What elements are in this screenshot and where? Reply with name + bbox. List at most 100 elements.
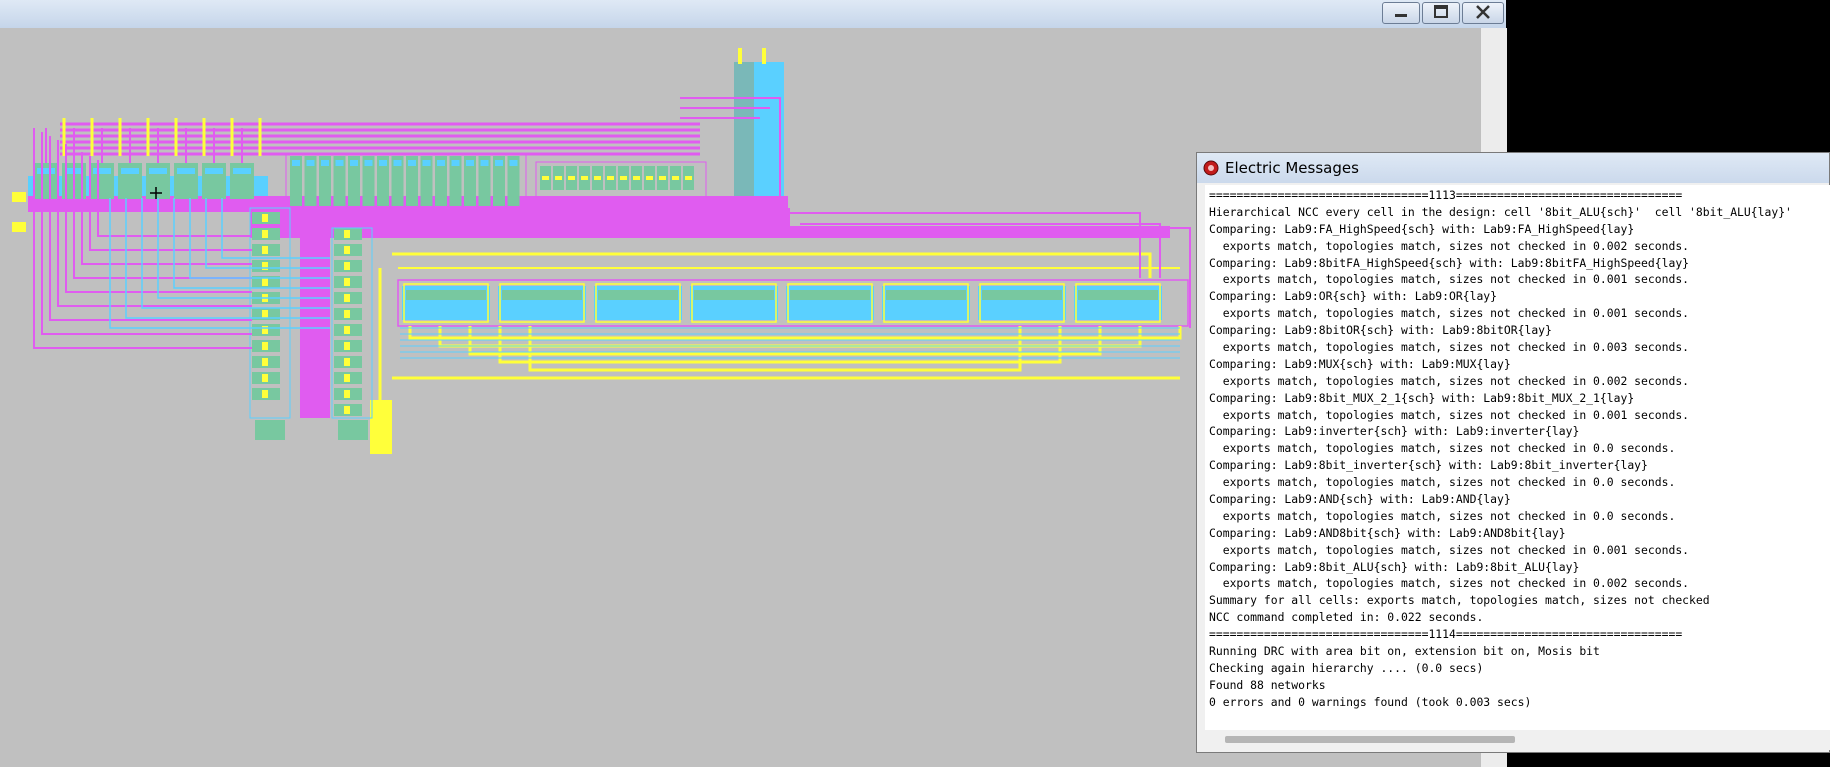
- message-line: Comparing: Lab9:8bit_MUX_2_1{sch} with: …: [1209, 390, 1635, 405]
- or-poly: [646, 176, 653, 180]
- message-line: Found 88 networks: [1209, 677, 1326, 692]
- message-line: Comparing: Lab9:AND{sch} with: Lab9:AND{…: [1209, 492, 1511, 507]
- mux-poly-right: [344, 230, 350, 238]
- fa-diffusion: [598, 290, 678, 300]
- or-poly: [659, 176, 666, 180]
- horizontal-scroll-thumb[interactable]: [1225, 736, 1515, 743]
- messages-titlebar[interactable]: Electric Messages: [1197, 153, 1829, 183]
- maximize-icon: [1434, 5, 1448, 18]
- layout-generated-wires: [33, 48, 1191, 448]
- message-line: Comparing: Lab9:8bit_inverter{sch} with:…: [1209, 458, 1648, 473]
- inverter-metal: [233, 168, 251, 174]
- and-metal: [509, 160, 518, 166]
- inverter-metal: [37, 168, 55, 174]
- or-poly: [607, 176, 614, 180]
- mux-bottom-a: [255, 420, 285, 440]
- or-poly: [685, 176, 692, 180]
- or-poly: [620, 176, 627, 180]
- or-poly: [568, 176, 575, 180]
- and-metal: [350, 160, 358, 166]
- message-line: exports match, topologies match, sizes n…: [1209, 238, 1690, 253]
- or-poly: [672, 176, 679, 180]
- message-line: Comparing: Lab9:OR{sch} with: Lab9:OR{la…: [1209, 289, 1498, 304]
- mux-poly-right: [344, 390, 350, 398]
- horizontal-scrollbar[interactable]: [1205, 730, 1830, 750]
- mux-bottom-b: [338, 420, 368, 440]
- and-metal: [321, 160, 329, 166]
- message-line: Comparing: Lab9:MUX{sch} with: Lab9:MUX{…: [1209, 356, 1511, 371]
- message-line: ================================1113====…: [1209, 188, 1683, 202]
- mux-poly-right: [344, 406, 350, 414]
- minimize-button[interactable]: [1382, 2, 1420, 24]
- inverter-metal: [93, 168, 111, 174]
- message-line: Running DRC with area bit on, extension …: [1209, 644, 1600, 659]
- and-metal: [292, 160, 300, 166]
- and-metal: [408, 160, 416, 166]
- mux-poly-right: [344, 358, 350, 366]
- message-line: exports match, topologies match, sizes n…: [1209, 407, 1690, 422]
- message-line: exports match, topologies match, sizes n…: [1209, 272, 1690, 287]
- mux-poly-right: [344, 310, 350, 318]
- and-metal: [306, 160, 315, 166]
- and-metal: [495, 160, 503, 166]
- or-poly: [581, 176, 588, 180]
- mux-poly-left: [262, 374, 268, 382]
- fa-diffusion: [694, 290, 774, 300]
- close-icon: [1476, 5, 1490, 19]
- maximize-button[interactable]: [1422, 2, 1460, 24]
- mux-poly-right: [344, 262, 350, 270]
- messages-window[interactable]: Electric Messages ======================…: [1196, 152, 1830, 753]
- message-line: 0 errors and 0 warnings found (took 0.00…: [1209, 694, 1532, 709]
- close-button[interactable]: [1462, 2, 1504, 24]
- electric-app-icon: [1203, 160, 1219, 176]
- messages-text-area[interactable]: ================================1113====…: [1205, 185, 1830, 730]
- mux-poly-right: [344, 294, 350, 302]
- minimize-icon: [1395, 14, 1407, 17]
- top-poly-route: [392, 252, 1152, 278]
- mux-poly-right: [344, 326, 350, 334]
- and-metal: [379, 160, 387, 166]
- message-line: Comparing: Lab9:FA_HighSpeed{sch} with: …: [1209, 221, 1635, 236]
- layout-big-blocks: [12, 62, 1170, 454]
- fa-diffusion: [886, 290, 966, 300]
- message-line: Comparing: Lab9:inverter{sch} with: Lab9…: [1209, 424, 1580, 439]
- mux-poly-left: [262, 214, 268, 222]
- mux-poly-left: [262, 278, 268, 286]
- message-line: Comparing: Lab9:8bitOR{sch} with: Lab9:8…: [1209, 323, 1552, 338]
- fa-diffusion: [406, 290, 486, 300]
- message-line: Checking again hierarchy .... (0.0 secs): [1209, 660, 1484, 675]
- left-port-a: [12, 192, 26, 202]
- mux-poly-right: [344, 246, 350, 254]
- mux-poly-left: [262, 390, 268, 398]
- mux-poly-left: [262, 310, 268, 318]
- message-line: exports match, topologies match, sizes n…: [1209, 441, 1676, 456]
- message-line: Summary for all cells: exports match, to…: [1209, 593, 1710, 608]
- inverter-metal: [149, 168, 167, 174]
- message-line: exports match, topologies match, sizes n…: [1209, 475, 1676, 490]
- message-lines: ================================1113====…: [1205, 185, 1830, 711]
- left-port-b: [12, 222, 26, 232]
- fa-diffusion: [1078, 290, 1158, 300]
- or-poly: [542, 176, 549, 180]
- mux-poly-right: [344, 342, 350, 350]
- mux-poly-right: [344, 278, 350, 286]
- message-line: exports match, topologies match, sizes n…: [1209, 340, 1690, 355]
- and-metal: [364, 160, 373, 166]
- inverter-metal: [121, 168, 139, 174]
- carry-poly-route: [438, 326, 1142, 348]
- messages-title: Electric Messages: [1225, 159, 1359, 177]
- message-line: exports match, topologies match, sizes n…: [1209, 306, 1690, 321]
- top-pin: [738, 48, 742, 64]
- or-poly: [594, 176, 601, 180]
- mux-poly-left: [262, 262, 268, 270]
- and-metal: [466, 160, 474, 166]
- and-metal: [335, 160, 344, 166]
- message-line: ================================1114====…: [1209, 627, 1683, 642]
- and-metal: [451, 160, 460, 166]
- message-line: exports match, topologies match, sizes n…: [1209, 542, 1690, 557]
- and-metal: [393, 160, 402, 166]
- window-titlebar: [0, 0, 1506, 29]
- message-line: exports match, topologies match, sizes n…: [1209, 373, 1690, 388]
- inverter-metal: [205, 168, 223, 174]
- fa-diffusion: [790, 290, 870, 300]
